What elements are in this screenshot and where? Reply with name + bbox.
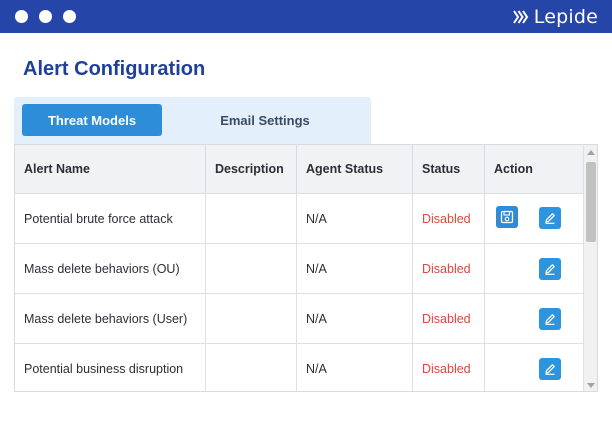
description-cell: [206, 294, 297, 343]
tab-bar: Threat Models Email Settings: [14, 97, 371, 144]
table-header: Alert Name Description Agent Status Stat…: [15, 145, 583, 193]
column-header-description[interactable]: Description: [206, 145, 297, 193]
page-title: Alert Configuration: [23, 58, 206, 80]
description-cell: [206, 244, 297, 293]
alert-name-cell: Mass delete behaviors (OU): [15, 244, 206, 293]
window-maximize-dot[interactable]: [63, 10, 76, 23]
save-icon: [500, 210, 514, 224]
alerts-table: Alert Name Description Agent Status Stat…: [14, 144, 598, 392]
scroll-up-arrow-icon[interactable]: [587, 150, 595, 155]
status-cell: Disabled: [413, 194, 485, 243]
tab-email-settings[interactable]: Email Settings: [194, 104, 336, 136]
vertical-scrollbar[interactable]: [583, 145, 597, 391]
title-bar: Lepide: [0, 0, 612, 33]
table-row[interactable]: Potential business disruption N/A Disabl…: [15, 343, 583, 391]
lepide-logo-icon: [512, 10, 528, 24]
alert-name-cell: Potential brute force attack: [15, 194, 206, 243]
brand-name: Lepide: [533, 6, 598, 28]
edit-button[interactable]: [539, 207, 561, 229]
status-cell: Disabled: [413, 244, 485, 293]
agent-status-cell: N/A: [297, 294, 413, 343]
table-row[interactable]: Mass delete behaviors (OU) N/A Disabled: [15, 243, 583, 293]
agent-status-cell: N/A: [297, 244, 413, 293]
edit-icon: [545, 213, 555, 224]
status-cell: Disabled: [413, 344, 485, 391]
column-header-agent-status[interactable]: Agent Status: [297, 145, 413, 193]
action-cell: [485, 294, 583, 343]
edit-icon: [545, 314, 555, 325]
alert-name-cell: Potential business disruption: [15, 344, 206, 391]
save-button[interactable]: [496, 206, 518, 228]
scroll-down-arrow-icon[interactable]: [587, 383, 595, 388]
tab-threat-models[interactable]: Threat Models: [22, 104, 162, 136]
column-header-action: Action: [494, 162, 533, 176]
agent-status-cell: N/A: [297, 344, 413, 391]
column-header-alert-name[interactable]: Alert Name: [15, 145, 206, 193]
scrollbar-thumb[interactable]: [586, 162, 596, 242]
brand-logo: Lepide: [512, 5, 598, 29]
table-row[interactable]: Mass delete behaviors (User) N/A Disable…: [15, 293, 583, 343]
edit-icon: [545, 364, 555, 375]
edit-button[interactable]: [539, 358, 561, 380]
description-cell: [206, 194, 297, 243]
agent-status-cell: N/A: [297, 194, 413, 243]
column-header-status[interactable]: Status: [413, 145, 485, 193]
edit-icon: [545, 264, 555, 275]
alert-name-cell: Mass delete behaviors (User): [15, 294, 206, 343]
table-row[interactable]: Potential brute force attack N/A Disable…: [15, 193, 583, 243]
edit-button[interactable]: [539, 258, 561, 280]
action-cell: [485, 344, 583, 391]
edit-button[interactable]: [539, 308, 561, 330]
action-cell: [485, 244, 583, 293]
status-cell: Disabled: [413, 294, 485, 343]
window-close-dot[interactable]: [15, 10, 28, 23]
window-minimize-dot[interactable]: [39, 10, 52, 23]
description-cell: [206, 344, 297, 391]
